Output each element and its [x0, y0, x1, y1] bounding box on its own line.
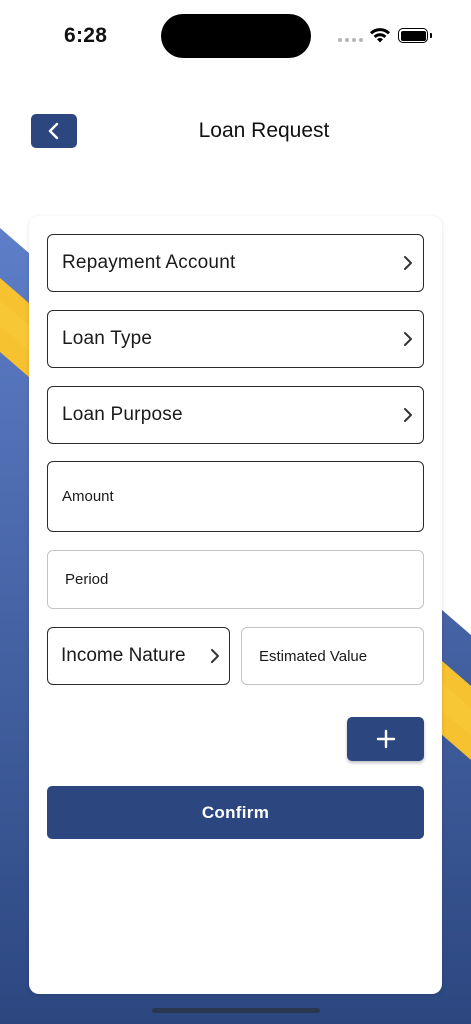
dynamic-island — [161, 14, 311, 58]
period-input[interactable] — [65, 551, 423, 608]
amount-input[interactable] — [62, 462, 423, 531]
loan-request-card: Repayment Account Loan Type Loan Purpose… — [29, 216, 442, 994]
period-field[interactable] — [47, 550, 424, 609]
estimated-value-field[interactable] — [241, 627, 424, 685]
loan-purpose-label: Loan Purpose — [62, 404, 183, 425]
chevron-right-icon — [404, 256, 412, 270]
status-icons — [336, 24, 436, 48]
chevron-right-icon — [404, 332, 412, 346]
add-income-button[interactable] — [347, 717, 424, 761]
loan-purpose-select[interactable]: Loan Purpose — [47, 386, 424, 444]
home-indicator — [152, 1008, 320, 1013]
plus-icon — [376, 729, 395, 749]
loan-type-select[interactable]: Loan Type — [47, 310, 424, 368]
loan-type-label: Loan Type — [62, 328, 153, 349]
estimated-value-input[interactable] — [259, 628, 423, 684]
amount-field[interactable] — [47, 461, 424, 532]
battery-icon — [398, 28, 428, 43]
repayment-account-select[interactable]: Repayment Account — [47, 234, 424, 292]
page-title: Loan Request — [198, 119, 330, 142]
income-nature-select[interactable]: Income Nature — [47, 627, 230, 685]
status-bar: 6:28 — [0, 0, 471, 70]
wifi-icon — [370, 28, 390, 43]
status-time: 6:28 — [64, 24, 108, 47]
repayment-account-label: Repayment Account — [62, 252, 236, 273]
income-nature-label: Income Nature — [61, 645, 186, 666]
battery-cap — [430, 33, 432, 38]
chevron-right-icon — [211, 649, 219, 663]
chevron-right-icon — [404, 408, 412, 422]
signal-icon — [338, 38, 363, 42]
confirm-button[interactable]: Confirm — [47, 786, 424, 839]
